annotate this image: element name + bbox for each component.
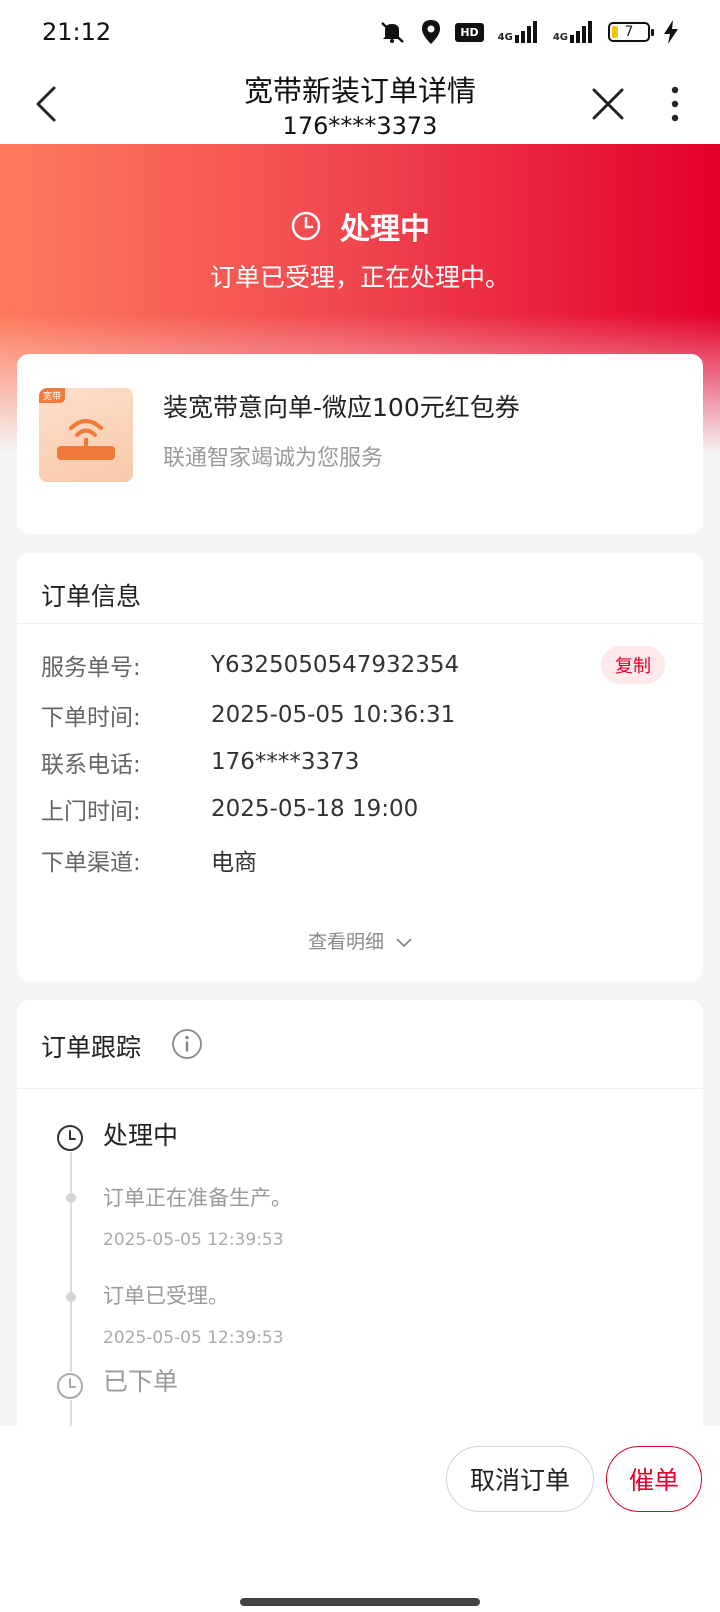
order-time: 2025-05-05 10:36:31 <box>211 702 456 728</box>
clock-icon <box>56 1124 84 1152</box>
info-label: 服务单号: <box>41 655 141 681</box>
home-indicator[interactable] <box>240 1598 480 1606</box>
order-info-card: 订单信息 服务单号: Y6325050547932354 复制 下单时间: 20… <box>17 553 703 981</box>
location-icon <box>422 20 441 44</box>
status-time: 21:12 <box>42 18 112 46</box>
info-label: 下单时间: <box>41 705 141 731</box>
info-row-order-time: 下单时间: 2025-05-05 10:36:31 <box>41 695 679 735</box>
timeline-dot <box>66 1292 76 1302</box>
info-row-channel: 下单渠道: 电商 <box>41 840 679 880</box>
status-bar: 21:12 HD 4G 4G 7 <box>0 0 720 64</box>
charging-icon <box>664 20 678 44</box>
info-icon[interactable] <box>171 1028 203 1060</box>
tracking-title: 订单跟踪 <box>41 1033 142 1062</box>
view-details-link[interactable]: 查看明细 <box>17 927 703 954</box>
view-details-label: 查看明细 <box>307 931 384 953</box>
status-icons: HD 4G 4G 7 <box>377 19 678 45</box>
order-status-description: 订单已受理，正在处理中。 <box>209 263 510 292</box>
product-thumbnail: 宽带 <box>39 388 133 482</box>
info-row-contact-phone: 联系电话: 176****3373 <box>41 742 679 782</box>
order-status: 处理中 <box>0 204 720 248</box>
timeline-event-time: 2025-05-05 12:39:53 <box>103 1328 284 1348</box>
order-tracking-card: 订单跟踪 处理中 订单正在准备生产。 2025-05-05 12:39:53 订… <box>17 1000 703 1440</box>
urge-order-button[interactable]: 催单 <box>606 1446 702 1512</box>
nav-bar: 宽带新装订单详情 176****3373 <box>0 64 720 144</box>
clock-icon <box>291 211 321 241</box>
divider <box>17 1088 703 1089</box>
clock-icon <box>56 1372 84 1400</box>
close-icon[interactable] <box>590 86 626 122</box>
product-name: 装宽带意向单-微应100元红包券 <box>163 393 520 422</box>
info-label: 下单渠道: <box>41 850 141 876</box>
info-label: 上门时间: <box>41 799 141 825</box>
bottom-action-bar: 取消订单 催单 <box>0 1426 720 1612</box>
timeline-event-text: 订单正在准备生产。 <box>103 1186 292 1210</box>
info-row-visit-time: 上门时间: 2025-05-18 19:00 <box>41 789 679 829</box>
contact-phone: 176****3373 <box>211 749 360 775</box>
visit-time: 2025-05-18 19:00 <box>211 796 419 822</box>
mute-icon <box>381 22 405 43</box>
timeline-current-status: 处理中 <box>103 1121 179 1150</box>
product-subtitle: 联通智家竭诚为您服务 <box>163 446 384 471</box>
signal-icon-2: 4G <box>553 21 594 43</box>
timeline-dot <box>66 1193 76 1203</box>
router-icon <box>57 419 115 460</box>
product-card[interactable]: 宽带 装宽带意向单-微应100元红包券 联通智家竭诚为您服务 <box>17 354 703 534</box>
service-number: Y6325050547932354 <box>211 652 460 678</box>
battery-icon: 7 <box>608 22 654 42</box>
timeline-event-text: 订单已受理。 <box>103 1284 229 1308</box>
copy-button[interactable]: 复制 <box>601 646 665 684</box>
chevron-down-icon <box>396 937 412 947</box>
order-info-title: 订单信息 <box>41 582 142 611</box>
info-row-service-number: 服务单号: Y6325050547932354 复制 <box>41 645 679 685</box>
timeline-event-time: 2025-05-05 12:39:53 <box>103 1230 284 1250</box>
divider <box>17 623 703 624</box>
more-icon[interactable] <box>664 84 686 124</box>
order-status-text: 处理中 <box>340 212 430 247</box>
order-channel: 电商 <box>211 850 257 876</box>
timeline-previous-status: 已下单 <box>103 1367 179 1396</box>
hd-icon: HD <box>455 22 484 42</box>
cancel-order-button[interactable]: 取消订单 <box>446 1446 594 1512</box>
info-label: 联系电话: <box>41 752 141 778</box>
signal-icon: 4G <box>498 21 539 43</box>
